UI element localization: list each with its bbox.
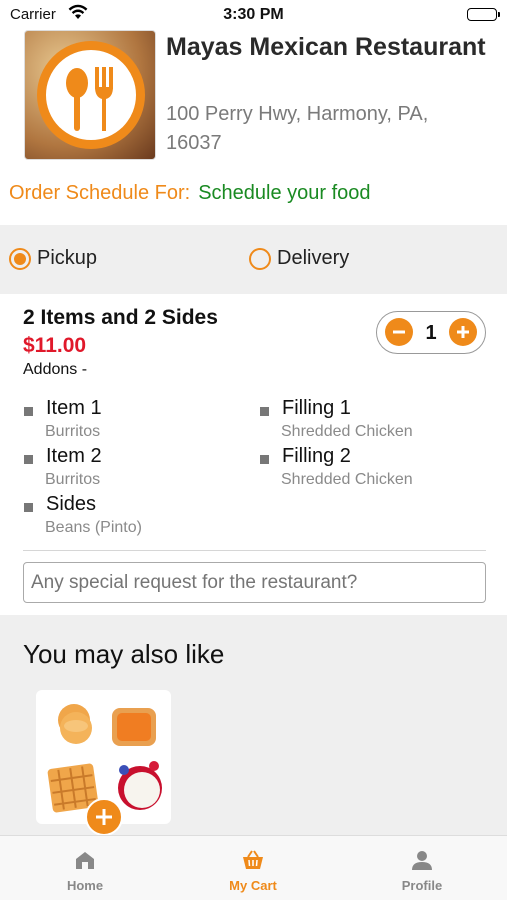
option-value: Burritos [45, 471, 101, 488]
suggestions-title: You may also like [23, 639, 225, 669]
option-key: Filling 1 [282, 397, 351, 419]
battery-icon [467, 8, 500, 21]
bullet-icon [24, 455, 33, 464]
status-bar: Carrier 3:30 PM [0, 0, 507, 30]
tab-profile-label: Profile [401, 878, 443, 893]
profile-icon [412, 851, 432, 870]
cart-item-price: $11.00 [23, 334, 87, 357]
addons-label: Addons - [23, 361, 88, 378]
cart-icon [243, 850, 263, 869]
restaurant-name: Mayas Mexican Restaurant [166, 33, 486, 61]
option-value: Shredded Chicken [281, 423, 413, 440]
option-key: Item 2 [46, 445, 102, 467]
fork-spoon-icon [66, 67, 113, 131]
option-value: Shredded Chicken [281, 471, 413, 488]
bullet-icon [24, 503, 33, 512]
suggestions-section: You may also like [0, 615, 507, 836]
add-suggestion-button[interactable] [85, 798, 123, 836]
plus-icon [96, 809, 112, 825]
radio-selected-icon [9, 247, 31, 270]
restaurant-logo [24, 30, 156, 160]
bullet-icon [260, 407, 269, 416]
cart-item-title: 2 Items and 2 Sides [23, 306, 218, 329]
tab-cart-label: My Cart [229, 878, 277, 893]
schedule-label: Order Schedule For: [9, 182, 191, 204]
option-key: Filling 2 [282, 445, 351, 467]
tab-home[interactable]: Home [25, 848, 145, 893]
quantity-stepper: 1 [376, 311, 486, 354]
home-icon [76, 852, 94, 869]
order-schedule: Order Schedule For: Schedule your food [9, 182, 371, 205]
pickup-radio[interactable]: Pickup [9, 247, 97, 270]
increment-button[interactable] [449, 318, 477, 346]
plus-icon [457, 326, 469, 338]
option-key: Sides [46, 493, 97, 515]
divider [23, 550, 486, 551]
option-value: Burritos [45, 423, 101, 440]
option-value: Beans (Pinto) [45, 519, 142, 536]
special-request-input[interactable] [23, 562, 486, 603]
tab-profile[interactable]: Profile [362, 848, 482, 893]
option-key: Item 1 [46, 397, 102, 419]
schedule-link[interactable]: Schedule your food [198, 182, 370, 204]
order-type-selector: Pickup Delivery [0, 225, 507, 294]
delivery-label: Delivery [277, 247, 350, 269]
tab-bar: Home My Cart Profile [0, 835, 507, 900]
tab-home-label: Home [66, 878, 104, 893]
pickup-label: Pickup [37, 247, 98, 269]
bullet-icon [24, 407, 33, 416]
bullet-icon [260, 455, 269, 464]
delivery-radio[interactable]: Delivery [249, 247, 349, 270]
clock: 3:30 PM [223, 6, 284, 23]
radio-unselected-icon [249, 247, 271, 270]
tab-cart[interactable]: My Cart [193, 848, 313, 893]
restaurant-address: 100 Perry Hwy, Harmony, PA, 16037 [166, 103, 429, 154]
